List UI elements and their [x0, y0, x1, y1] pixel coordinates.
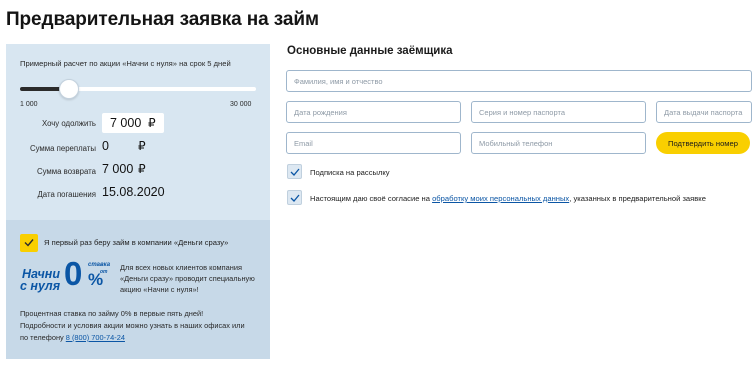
subscribe-label: Подписка на рассылку — [310, 168, 390, 177]
checkmark-icon — [290, 194, 300, 202]
checkmark-icon — [290, 168, 300, 176]
page-title: Предварительная заявка на займ — [6, 9, 319, 30]
logo-small-rate: ставка — [88, 262, 111, 268]
promo-footer-line3: по телефону 8 (800) 700-74-24 — [20, 333, 125, 342]
ruble-icon: ₽ — [138, 162, 146, 176]
due-date-label: Дата погашения — [37, 190, 96, 199]
full-name-input[interactable] — [286, 70, 752, 92]
slider-max-label: 30 000 — [230, 101, 252, 108]
mobile-phone-input[interactable] — [471, 132, 646, 154]
promo-footer-line1: Процентная ставка по займу 0% в первые п… — [20, 309, 204, 318]
overpay-value: 0 — [102, 139, 109, 153]
phone-prefix: по телефону — [20, 333, 66, 342]
amount-slider-track[interactable] — [20, 87, 256, 91]
birth-date-input[interactable] — [286, 101, 461, 123]
return-value: 7 000 — [102, 162, 134, 176]
promo-logo: Начни с нуля 0 ставка от % — [20, 255, 112, 296]
checkmark-icon — [24, 239, 34, 247]
calculator-caption: Примерный расчет по акции «Начни с нуля»… — [20, 59, 231, 68]
personal-data-link[interactable]: обработку моих персональных данных — [432, 194, 569, 203]
confirm-phone-button[interactable]: Подтвердить номер — [656, 132, 750, 154]
logo-line2: с нуля — [20, 279, 61, 293]
email-input[interactable] — [286, 132, 461, 154]
logo-percent: % — [88, 270, 104, 289]
slider-min-label: 1 000 — [20, 101, 38, 108]
promo-footer-line2: Подробности и условия акции можно узнать… — [20, 321, 245, 330]
consent-label: Настоящим даю своё согласие на обработку… — [310, 194, 706, 203]
first-time-label: Я первый раз беру займ в компании «Деньг… — [44, 238, 229, 247]
amount-slider-handle[interactable] — [58, 79, 79, 99]
loan-calculator-panel: Примерный расчет по акции «Начни с нуля»… — [6, 44, 270, 220]
form-title: Основные данные заёмщика — [287, 45, 453, 57]
consent-prefix: Настоящим даю своё согласие на — [310, 194, 433, 203]
phone-link[interactable]: 8 (800) 700-74-24 — [66, 333, 125, 342]
borrow-amount-field[interactable]: 7 000 ₽ — [102, 113, 164, 133]
ruble-icon: ₽ — [148, 116, 156, 130]
first-time-checkbox[interactable] — [20, 234, 38, 252]
consent-checkbox[interactable] — [287, 190, 302, 205]
overpay-label: Сумма переплаты — [29, 144, 96, 153]
logo-zero: 0 — [64, 255, 83, 292]
promo-panel: Я первый раз беру займ в компании «Деньг… — [6, 220, 270, 359]
return-label: Сумма возврата — [36, 167, 96, 176]
passport-issue-date-input[interactable] — [656, 101, 752, 123]
subscribe-checkbox[interactable] — [287, 164, 302, 179]
promo-description: Для всех новых клиентов компания «Деньги… — [120, 263, 255, 294]
passport-number-input[interactable] — [471, 101, 646, 123]
ruble-icon: ₽ — [138, 139, 146, 153]
borrow-amount-label: Хочу одолжить — [41, 119, 96, 128]
borrow-amount-value: 7 000 — [110, 116, 142, 130]
consent-suffix: , указанных в предварительной заявке — [569, 194, 706, 203]
due-date-value: 15.08.2020 — [102, 185, 165, 199]
